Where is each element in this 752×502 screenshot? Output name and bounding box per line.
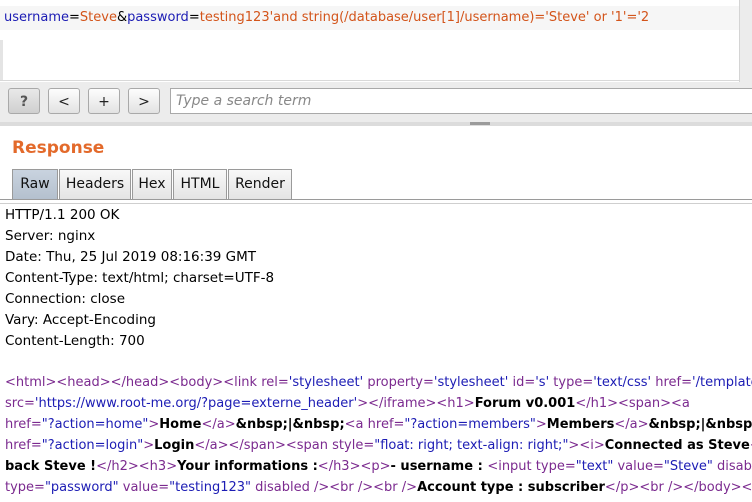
html-attr-value: 'stylesheet' (433, 375, 509, 390)
html-attr-value: "float: right; text-align: right;" (374, 438, 569, 453)
html-markup: </a></span><span (194, 438, 333, 453)
html-markup: ></iframe><h1> (357, 396, 475, 411)
html-markup: <a (344, 417, 368, 432)
html-markup: type= (549, 375, 594, 390)
html-text-content: Connected as Steve (604, 438, 750, 453)
html-markup: </h2><h3> (96, 459, 178, 474)
html-markup: type= (535, 459, 576, 474)
tab-raw[interactable]: Raw (12, 169, 58, 199)
request-param-value: Steve (79, 10, 117, 25)
html-attr-value: "testing123" (169, 480, 252, 495)
html-text-content: back Steve ! (5, 459, 97, 474)
header-line: Server: nginx (5, 228, 96, 244)
html-line: <html><head></head><body><link rel='styl… (5, 372, 752, 393)
search-input[interactable]: Type a search term (170, 88, 752, 114)
tab-html[interactable]: HTML (173, 169, 227, 199)
html-text-content: Your informations : (177, 459, 318, 474)
pane-splitter[interactable] (0, 122, 752, 126)
html-attr-value: "?action=home" (41, 417, 149, 432)
html-attr-value: "password" (44, 480, 119, 495)
request-param-value: testing123'and string(/database/user[1]/… (199, 10, 650, 25)
html-markup: disabled (717, 459, 752, 474)
request-editor[interactable]: username=Steve&password=testing123'and s… (0, 0, 752, 81)
tabs-divider (0, 199, 752, 200)
html-text-content: &nbsp;|&nbsp; (235, 417, 345, 432)
html-attr-value: 'https://www.root-me.org/?page=externe_h… (34, 396, 358, 411)
html-attr-value: "?action=login" (41, 438, 144, 453)
html-line: href="?action=login">Login</a></span><sp… (5, 435, 752, 456)
html-attr-value: "Steve" (663, 459, 713, 474)
html-line: type="password" value="testing123" disab… (5, 477, 752, 498)
html-markup: style= (332, 438, 375, 453)
header-line: Content-Type: text/html; charset=UTF-8 (5, 270, 275, 286)
html-markup: value= (118, 480, 170, 495)
html-attr-value: 's' (535, 375, 550, 390)
html-line: back Steve !</h2><h3>Your informations :… (5, 456, 752, 477)
response-html-body[interactable]: <html><head></head><body><link rel='styl… (5, 372, 752, 498)
html-line: href="?action=home">Home</a>&nbsp;|&nbsp… (5, 414, 752, 435)
request-operator: & (116, 10, 128, 25)
html-markup: value= (613, 459, 664, 474)
html-text-content: Login (154, 438, 195, 453)
html-markup: rel= (261, 375, 289, 390)
response-body-divider (0, 203, 752, 204)
html-markup: </a> (201, 417, 236, 432)
html-attr-value: 'text/css' (593, 375, 652, 390)
html-line: src='https://www.root-me.org/?page=exter… (5, 393, 752, 414)
html-markup: </h3><p> (317, 459, 391, 474)
html-markup: href= (5, 438, 42, 453)
html-attr-value: "text" (575, 459, 614, 474)
html-markup: > (535, 417, 547, 432)
help-button[interactable]: ? (8, 88, 40, 114)
html-markup: /><br /><br /> (314, 480, 418, 495)
previous-match-button[interactable]: < (48, 88, 80, 114)
request-param-name: username (4, 10, 69, 25)
request-operator: = (69, 10, 80, 25)
html-markup: href= (651, 375, 693, 390)
header-line: Connection: close (5, 291, 125, 307)
search-toolbar: ? < + > Type a search term (0, 82, 752, 122)
request-body-line[interactable]: username=Steve&password=testing123'and s… (0, 6, 740, 30)
response-headers[interactable]: HTTP/1.1 200 OK Server: nginx Date: Thu,… (5, 205, 752, 352)
html-markup: src= (5, 396, 35, 411)
html-markup: href= (367, 417, 405, 432)
html-markup: disabled (251, 480, 314, 495)
html-markup: <input (487, 459, 536, 474)
html-markup: ><i> (568, 438, 605, 453)
html-text-content: Account type : subscriber (417, 480, 605, 495)
tab-headers[interactable]: Headers (59, 169, 131, 199)
html-text-content: Home (159, 417, 202, 432)
splitter-handle-icon[interactable] (470, 122, 490, 125)
html-markup: > (148, 417, 160, 432)
header-line: Vary: Accept-Encoding (5, 312, 156, 328)
html-attr-value: '/template/s.css' (692, 375, 752, 390)
response-title: Response (12, 138, 105, 158)
html-markup: > (143, 438, 155, 453)
html-markup: </h1><span><a (575, 396, 690, 411)
html-markup: </a> (614, 417, 649, 432)
request-editor-blank-area[interactable] (0, 30, 740, 81)
html-markup: href= (5, 417, 42, 432)
html-text-content: - username : (390, 459, 488, 474)
html-markup: type= (5, 480, 45, 495)
request-param-name: password (127, 10, 189, 25)
html-text-content: Forum v0.001 (474, 396, 576, 411)
request-operator: = (188, 10, 200, 25)
html-markup: id= (508, 375, 536, 390)
editor-gutter (0, 40, 3, 80)
search-options-button[interactable]: + (88, 88, 120, 114)
html-attr-value: "?action=members" (404, 417, 536, 432)
html-attr-value: 'stylesheet' (288, 375, 364, 390)
next-match-button[interactable]: > (128, 88, 160, 114)
tab-render[interactable]: Render (228, 169, 292, 199)
html-markup: <html><head></head><body><link (5, 375, 262, 390)
html-text-content: &nbsp;|&nbsp; (648, 417, 752, 432)
tab-hex[interactable]: Hex (132, 169, 172, 199)
header-line: HTTP/1.1 200 OK (5, 207, 120, 223)
header-line: Date: Thu, 25 Jul 2019 08:16:39 GMT (5, 249, 257, 265)
html-markup: </p><br /></body></html> (604, 480, 752, 495)
html-markup: property= (363, 375, 434, 390)
header-line: Content-Length: 700 (5, 333, 145, 349)
html-text-content: Members (546, 417, 615, 432)
